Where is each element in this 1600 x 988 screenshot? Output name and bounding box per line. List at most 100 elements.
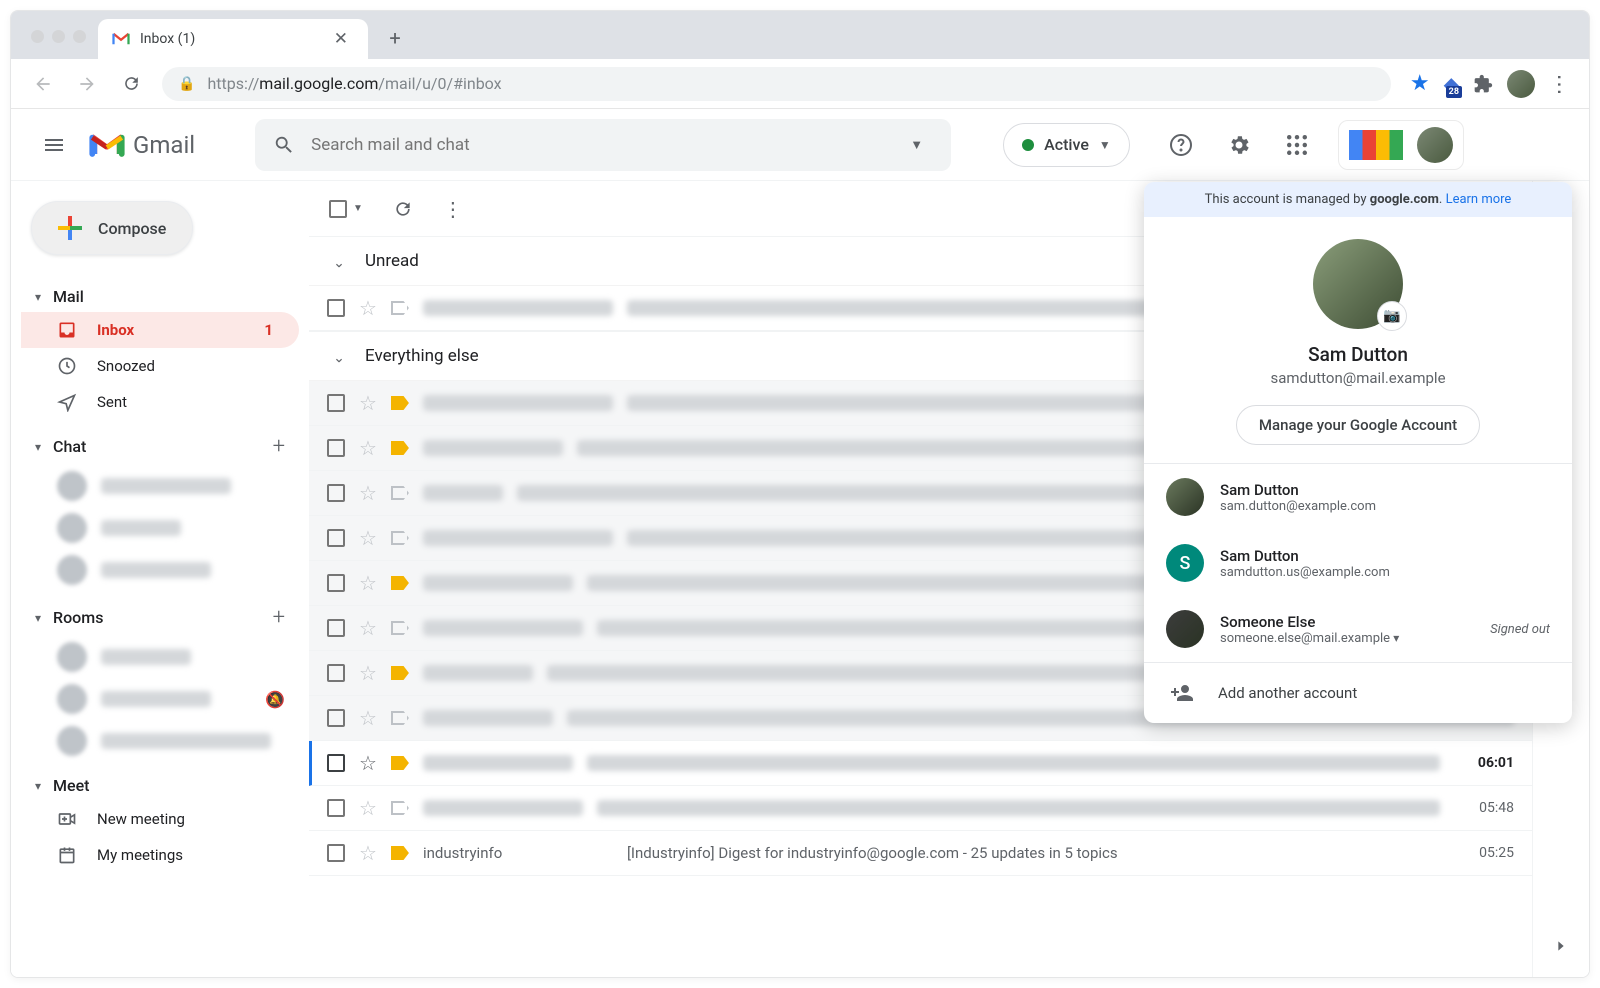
add-room-icon[interactable]: + (273, 605, 285, 630)
importance-marker[interactable] (391, 396, 409, 410)
star-icon[interactable]: ☆ (359, 296, 377, 320)
extension-badge[interactable]: ◆28 (1444, 72, 1459, 96)
importance-marker[interactable] (391, 486, 409, 500)
status-label: Active (1044, 135, 1089, 154)
row-checkbox[interactable] (327, 619, 345, 637)
add-account-button[interactable]: Add another account (1144, 663, 1572, 723)
add-account-label: Add another account (1218, 684, 1357, 702)
room-item[interactable] (21, 636, 299, 678)
gmail-m-icon (112, 32, 130, 46)
row-checkbox[interactable] (327, 484, 345, 502)
compose-button[interactable]: Compose (31, 201, 193, 255)
star-icon[interactable]: ☆ (359, 616, 377, 640)
star-icon[interactable]: ☆ (359, 481, 377, 505)
back-button[interactable] (25, 66, 61, 102)
row-checkbox[interactable] (327, 664, 345, 682)
star-icon[interactable]: ☆ (359, 706, 377, 730)
row-checkbox[interactable] (327, 299, 345, 317)
tab-close-icon[interactable]: ✕ (328, 27, 354, 51)
sidebar-section-mail[interactable]: Mail (21, 281, 299, 312)
star-icon[interactable]: ☆ (359, 751, 377, 775)
account-switch-item[interactable]: S Sam Dutton samdutton.us@example.com (1144, 530, 1572, 596)
chat-contact[interactable] (21, 549, 299, 591)
row-checkbox[interactable] (327, 394, 345, 412)
row-checkbox[interactable] (327, 754, 345, 772)
account-switch-item[interactable]: Someone Else someone.else@mail.example ▾… (1144, 596, 1572, 662)
mute-icon: 🔕 (265, 690, 285, 709)
room-item[interactable] (21, 720, 299, 762)
star-icon[interactable]: ☆ (359, 526, 377, 550)
importance-marker[interactable] (391, 666, 409, 680)
manage-account-button[interactable]: Manage your Google Account (1236, 405, 1480, 445)
refresh-icon[interactable] (393, 199, 413, 219)
sidebar-section-chat[interactable]: Chat+ (21, 428, 299, 465)
select-all-checkbox[interactable]: ▼ (329, 200, 363, 218)
settings-gear-icon[interactable] (1218, 124, 1260, 166)
new-tab-button[interactable]: + (378, 21, 412, 55)
star-icon[interactable]: ☆ (359, 436, 377, 460)
sidebar-section-meet[interactable]: Meet (21, 770, 299, 801)
add-chat-icon[interactable]: + (273, 434, 285, 459)
row-checkbox[interactable] (327, 574, 345, 592)
sidebar-item-my-meetings[interactable]: My meetings (21, 837, 299, 873)
chrome-profile-avatar[interactable] (1507, 70, 1535, 98)
mail-row[interactable]: ☆industryinfo[Industryinfo] Digest for i… (309, 831, 1532, 876)
star-icon[interactable]: ☆ (359, 796, 377, 820)
importance-marker[interactable] (391, 441, 409, 455)
row-checkbox[interactable] (327, 529, 345, 547)
search-input[interactable] (311, 135, 884, 155)
more-actions-icon[interactable]: ⋮ (443, 197, 463, 221)
importance-marker[interactable] (391, 846, 409, 860)
support-icon[interactable] (1160, 124, 1202, 166)
chat-contact[interactable] (21, 507, 299, 549)
account-avatar (1166, 478, 1204, 516)
search-options-icon[interactable]: ▼ (900, 127, 933, 163)
importance-marker[interactable] (391, 801, 409, 815)
account-avatar[interactable] (1417, 127, 1453, 163)
account-name: Sam Dutton (1220, 481, 1550, 499)
sidebar-item-inbox[interactable]: Inbox1 (21, 312, 299, 348)
expand-panel-icon[interactable] (1550, 935, 1572, 957)
importance-marker[interactable] (391, 301, 409, 315)
chat-contact[interactable] (21, 465, 299, 507)
bookmark-star-icon[interactable]: ★ (1410, 71, 1430, 96)
reload-button[interactable] (113, 66, 149, 102)
mail-row[interactable]: ☆05:48 (309, 786, 1532, 831)
address-bar[interactable]: 🔒 https://mail.google.com/mail/u/0/#inbo… (162, 67, 1391, 101)
sidebar-item-snoozed[interactable]: Snoozed (21, 348, 299, 384)
gmail-logo[interactable]: Gmail (89, 131, 195, 159)
forward-button[interactable] (69, 66, 105, 102)
star-icon[interactable]: ☆ (359, 571, 377, 595)
sidebar-section-rooms[interactable]: Rooms+ (21, 599, 299, 636)
row-checkbox[interactable] (327, 439, 345, 457)
importance-marker[interactable] (391, 756, 409, 770)
main-menu-icon[interactable] (31, 122, 77, 168)
room-item[interactable]: 🔕 (21, 678, 299, 720)
camera-icon[interactable]: 📷 (1377, 301, 1407, 331)
org-account-chip[interactable] (1338, 120, 1464, 170)
importance-marker[interactable] (391, 531, 409, 545)
importance-marker[interactable] (391, 711, 409, 725)
browser-tab-active[interactable]: Inbox (1) ✕ (98, 19, 368, 59)
account-email: samdutton.us@example.com (1220, 565, 1550, 580)
mail-row[interactable]: ☆06:01 (309, 741, 1532, 786)
chrome-menu-icon[interactable]: ⋯ (1547, 74, 1572, 94)
google-apps-icon[interactable] (1276, 124, 1318, 166)
mail-time: 05:25 (1454, 845, 1514, 861)
calendar-icon (57, 845, 77, 865)
account-switch-item[interactable]: Sam Dutton sam.dutton@example.com (1144, 464, 1572, 530)
star-icon[interactable]: ☆ (359, 391, 377, 415)
search-bar[interactable]: ▼ (255, 119, 951, 171)
row-checkbox[interactable] (327, 844, 345, 862)
row-checkbox[interactable] (327, 709, 345, 727)
status-selector[interactable]: Active ▼ (1003, 123, 1130, 167)
importance-marker[interactable] (391, 621, 409, 635)
star-icon[interactable]: ☆ (359, 661, 377, 685)
star-icon[interactable]: ☆ (359, 841, 377, 865)
sidebar-item-sent[interactable]: Sent (21, 384, 299, 420)
extensions-icon[interactable] (1473, 74, 1493, 94)
importance-marker[interactable] (391, 576, 409, 590)
learn-more-link[interactable]: Learn more (1446, 192, 1512, 207)
row-checkbox[interactable] (327, 799, 345, 817)
sidebar-item-new-meeting[interactable]: New meeting (21, 801, 299, 837)
